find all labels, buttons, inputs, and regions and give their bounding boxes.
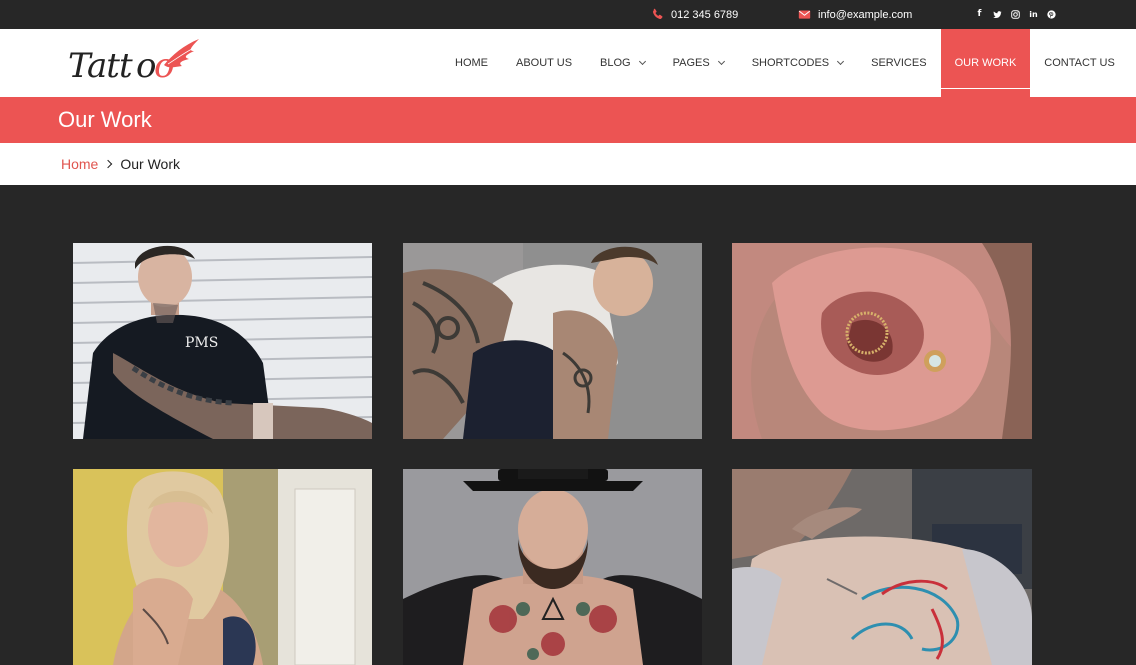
email-address: info@example.com	[818, 8, 913, 21]
site-header: Tatt o o HOME ABOUT US BLOG PAGES SHORTC…	[0, 29, 1136, 97]
gallery-item[interactable]	[73, 469, 372, 665]
gallery-item[interactable]	[403, 243, 702, 439]
breadcrumb: Home Our Work	[61, 143, 180, 185]
phone-icon	[653, 8, 663, 20]
nav-home[interactable]: HOME	[441, 29, 502, 97]
chevron-right-icon	[104, 159, 113, 169]
instagram-icon[interactable]	[1011, 10, 1020, 19]
phone-number: 012 345 6789	[671, 8, 739, 21]
nav-contact-us[interactable]: CONTACT US	[1030, 29, 1129, 97]
envelope-icon	[798, 10, 811, 19]
pinterest-icon[interactable]	[1047, 10, 1056, 19]
nav-services-label: SERVICES	[871, 57, 927, 69]
gallery-image	[732, 469, 1032, 665]
breadcrumb-bar: Home Our Work	[0, 143, 1136, 185]
svg-text:o: o	[136, 46, 156, 86]
nav-our-work-label: OUR WORK	[954, 57, 1017, 69]
breadcrumb-home-link[interactable]: Home	[61, 156, 98, 172]
nav-shortcodes-label: SHORTCODES	[751, 57, 830, 69]
gallery-image	[73, 469, 372, 665]
gallery-image	[403, 243, 702, 439]
gallery-item[interactable]	[732, 243, 1032, 439]
breadcrumb-current: Our Work	[120, 156, 180, 172]
linkedin-icon[interactable]: in	[1029, 10, 1038, 19]
contact-email[interactable]: info@example.com	[798, 0, 912, 29]
nav-home-label: HOME	[455, 57, 488, 69]
nav-shortcodes[interactable]: SHORTCODES	[738, 29, 857, 97]
main-nav: HOME ABOUT US BLOG PAGES SHORTCODES SERV…	[441, 29, 1129, 97]
chevron-down-icon	[837, 57, 845, 66]
nav-about-label: ABOUT US	[516, 57, 573, 69]
nav-blog-label: BLOG	[600, 57, 631, 69]
nav-pages-label: PAGES	[672, 57, 710, 69]
page-title-band: Our Work	[0, 97, 1136, 143]
chevron-down-icon	[717, 57, 725, 66]
nav-our-work[interactable]: OUR WORK	[940, 29, 1031, 97]
gallery-image	[732, 243, 1032, 439]
nav-contact-label: CONTACT US	[1044, 57, 1115, 69]
nav-pages[interactable]: PAGES	[659, 29, 738, 97]
gallery-item[interactable]: PMS	[73, 243, 372, 439]
facebook-icon[interactable]: f	[975, 10, 984, 19]
gallery-image	[403, 469, 702, 665]
social-links: f in	[975, 0, 1056, 29]
svg-text:PMS: PMS	[185, 335, 218, 351]
nav-services[interactable]: SERVICES	[857, 29, 940, 97]
gallery-item[interactable]	[403, 469, 702, 665]
nav-about-us[interactable]: ABOUT US	[502, 29, 586, 97]
nav-blog[interactable]: BLOG	[586, 29, 659, 97]
gallery-image: PMS	[73, 243, 372, 439]
work-gallery: PMS	[0, 185, 1136, 665]
top-bar: 012 345 6789 info@example.com f in	[0, 0, 1136, 29]
page-title: Our Work	[58, 107, 152, 132]
site-logo[interactable]: Tatt o o	[68, 37, 203, 87]
contact-phone[interactable]: 012 345 6789	[651, 0, 738, 29]
chevron-down-icon	[638, 57, 646, 66]
svg-text:Tatt: Tatt	[68, 46, 133, 86]
twitter-icon[interactable]	[993, 10, 1002, 19]
gallery-item[interactable]	[732, 469, 1032, 665]
